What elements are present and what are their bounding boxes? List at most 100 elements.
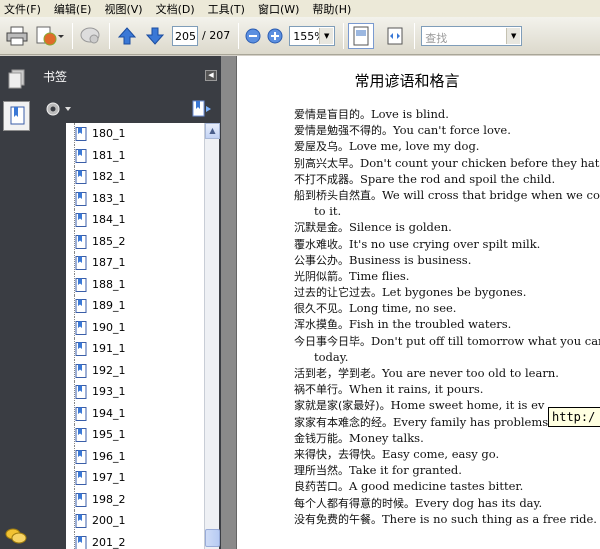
fit-width-icon	[387, 27, 403, 44]
proverb-english: Home sweet home, it is ev	[390, 398, 545, 413]
search-input[interactable]: 查找 ▼	[421, 25, 523, 46]
proverb-english: When it rains, it pours.	[349, 382, 484, 397]
bookmark-item[interactable]: 201_2	[66, 531, 216, 549]
menu-item[interactable]: 窗口(W)	[258, 1, 299, 17]
bookmark-page-icon	[75, 234, 87, 249]
proverb-english: Love is blind.	[371, 107, 449, 121]
zoom-out-button[interactable]	[243, 23, 263, 49]
fit-page-icon	[353, 26, 369, 45]
proverb-line: 活到老，学到老。You are never too old to learn.	[294, 365, 600, 381]
document-text: 爱情是盲目的。Love is blind. 爱情是勉强不得的。You can't …	[294, 106, 600, 527]
bookmark-item[interactable]: 188_1	[66, 273, 216, 295]
pages-icon	[8, 69, 24, 89]
bookmark-item[interactable]: 194_1	[66, 402, 216, 424]
bookmark-item[interactable]: 187_1	[66, 252, 216, 274]
proverb-english: Time flies.	[349, 268, 410, 283]
bookmark-page-icon	[75, 428, 87, 442]
proverb-line: 每个人都有得意的时候。Every dog has its day.	[294, 495, 600, 511]
proverb-line: 来得快，去得快。Easy come, easy go.	[294, 446, 600, 462]
proverb-chinese: 公事公办。	[294, 253, 349, 267]
proverb-line: 别高兴太早。Don't count your chicken before th…	[294, 155, 600, 171]
proverb-line: 覆水难收。It's no use crying over spilt milk.	[294, 236, 600, 252]
toolbar-separator	[343, 22, 345, 49]
bookmark-item[interactable]: 181_1	[66, 144, 216, 166]
bookmark-item[interactable]: 185_2	[66, 230, 216, 252]
comment-button[interactable]	[77, 23, 103, 49]
proverb-english: Money talks.	[349, 430, 424, 445]
bookmark-item[interactable]: 183_1	[66, 187, 216, 209]
scroll-up-button[interactable]: ▲	[205, 123, 220, 139]
menu-item[interactable]: 视图(V)	[104, 1, 142, 17]
proverb-line: 公事公办。Business is business.	[294, 252, 600, 268]
proverb-english: to it.	[314, 204, 342, 219]
bookmark-item[interactable]: 193_1	[66, 381, 216, 403]
menu-item[interactable]: 工具(T)	[208, 1, 245, 17]
bookmark-panel: 书签 ◀ 180_1 181_1 182_1 183_1 184_1 185_2 187_1…	[33, 56, 221, 549]
proverb-english: Don't count your chicken before they hat…	[360, 155, 600, 170]
bookmark-item[interactable]: 182_1	[66, 166, 216, 188]
proverb-english: Easy come, easy go.	[382, 446, 500, 461]
bookmark-label: 191_1	[92, 342, 126, 355]
zoom-in-icon	[267, 28, 283, 43]
bookmark-list: 180_1 181_1 182_1 183_1 184_1 185_2 187_1 188_1…	[66, 123, 216, 549]
proverb-line: 今日事今日毕。Don't put off till tomorrow what …	[294, 333, 600, 349]
proverb-line: 没有免费的午餐。There is no such thing as a free…	[294, 511, 600, 527]
proverb-line: 不打不成器。Spare the rod and spoil the child.	[294, 171, 600, 187]
bookmark-page-icon	[75, 277, 87, 292]
proverb-chinese: 没有免费的午餐。	[294, 512, 382, 526]
bookmark-item[interactable]: 196_1	[66, 445, 216, 467]
arrow-down-icon	[145, 27, 165, 45]
proverb-line: 金钱万能。Money talks.	[294, 430, 600, 446]
proverb-english: There is no such thing as a free ride.	[382, 511, 597, 526]
fit-width-button[interactable]	[382, 23, 408, 49]
bookmark-label: 190_1	[92, 320, 126, 334]
bookmark-label: 192_1	[92, 363, 126, 377]
bookmark-label: 188_1	[92, 277, 126, 291]
bookmark-item[interactable]: 197_1	[66, 467, 216, 489]
proverb-english: Fish in the troubled waters.	[349, 317, 512, 332]
print-button[interactable]	[4, 23, 30, 49]
bookmark-item[interactable]: 191_1	[66, 338, 216, 360]
menu-item[interactable]: 文档(D)	[156, 1, 195, 17]
proverb-line: 祸不单行。When it rains, it pours.	[294, 381, 600, 397]
proverb-line: 爱情是盲目的。Love is blind.	[294, 106, 600, 122]
bookmark-item[interactable]: 189_1	[66, 295, 216, 317]
bookmark-item[interactable]: 200_1	[66, 510, 216, 532]
bookmark-item[interactable]: 190_1	[66, 316, 216, 338]
zoom-level-select[interactable]: 155% ▼	[289, 25, 336, 46]
bookmark-scrollbar[interactable]: ▲	[204, 123, 220, 549]
bookmark-item[interactable]: 180_1	[66, 123, 216, 145]
pages-panel-button[interactable]	[3, 64, 30, 94]
scroll-thumb[interactable]	[205, 529, 220, 547]
bookmark-panel-title: 书签	[43, 69, 68, 84]
bookmark-page-icon	[75, 385, 87, 399]
options-gear-icon[interactable]	[45, 101, 73, 117]
bookmarks-panel-button[interactable]	[3, 101, 30, 131]
comments-icon[interactable]	[5, 527, 27, 545]
bookmark-label: 193_1	[92, 385, 126, 398]
bookmark-item[interactable]: 192_1	[66, 359, 216, 381]
menu-item[interactable]: 编辑(E)	[54, 1, 92, 17]
bookmark-label: 189_1	[92, 299, 126, 312]
toolbar-separator	[72, 22, 73, 49]
bookmark-item[interactable]: 198_2	[66, 488, 216, 510]
next-page-button[interactable]	[142, 23, 168, 49]
menu-item[interactable]: 帮助(H)	[312, 1, 351, 17]
bookmark-item[interactable]: 184_1	[66, 209, 216, 231]
toolbar-separator	[414, 22, 416, 49]
proverb-line: 过去的让它过去。Let bygones be bygones.	[294, 284, 600, 300]
new-bookmark-icon[interactable]	[191, 100, 213, 118]
previous-page-button[interactable]	[114, 23, 140, 49]
collapse-panel-button[interactable]: ◀	[205, 70, 217, 81]
zoom-in-button[interactable]	[265, 23, 285, 49]
bookmark-item[interactable]: 195_1	[66, 424, 216, 446]
proverb-english: We will cross that bridge when we come	[382, 187, 600, 202]
collaborate-button[interactable]	[32, 23, 66, 49]
proverb-chinese: 活到老，学到老。	[294, 367, 382, 380]
proverb-english: You can't force love.	[393, 123, 511, 138]
fit-page-button[interactable]	[348, 22, 375, 49]
proverb-line: 光阴似箭。Time flies.	[294, 268, 600, 284]
page-number-input[interactable]: 205	[172, 25, 198, 46]
menu-item[interactable]: 文件(F)	[4, 1, 41, 17]
chevron-down-icon: ▼	[506, 27, 521, 44]
